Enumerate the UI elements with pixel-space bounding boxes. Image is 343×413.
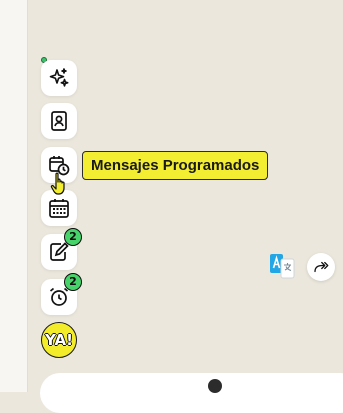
forward-arrow-icon xyxy=(314,261,329,273)
calendar-icon xyxy=(49,199,69,218)
message-composer[interactable] xyxy=(40,373,343,413)
tooltip-scheduled-messages: Mensajes Programados xyxy=(82,151,269,180)
tasks-button[interactable]: 2 xyxy=(41,228,82,270)
reminders-button[interactable]: 2 xyxy=(41,273,82,315)
contacts-button[interactable] xyxy=(41,103,77,139)
translate-icon xyxy=(270,254,295,279)
tasks-count-badge: 2 xyxy=(64,228,82,246)
translate-button[interactable] xyxy=(269,253,295,279)
composer-icon xyxy=(208,379,222,393)
reminders-count-badge: 2 xyxy=(64,273,82,291)
ya-brand-button[interactable]: YA! xyxy=(41,322,77,358)
hand-pointer-icon xyxy=(50,172,65,195)
forward-button[interactable] xyxy=(307,253,335,281)
contact-book-icon xyxy=(51,111,67,131)
ai-sparkles-button[interactable] xyxy=(41,60,77,96)
sparkles-icon xyxy=(49,68,69,87)
left-panel-edge xyxy=(0,0,28,392)
